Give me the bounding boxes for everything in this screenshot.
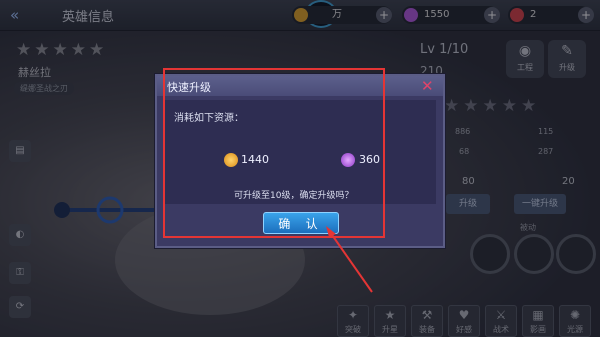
- pointer-arrow-icon: [326, 226, 373, 293]
